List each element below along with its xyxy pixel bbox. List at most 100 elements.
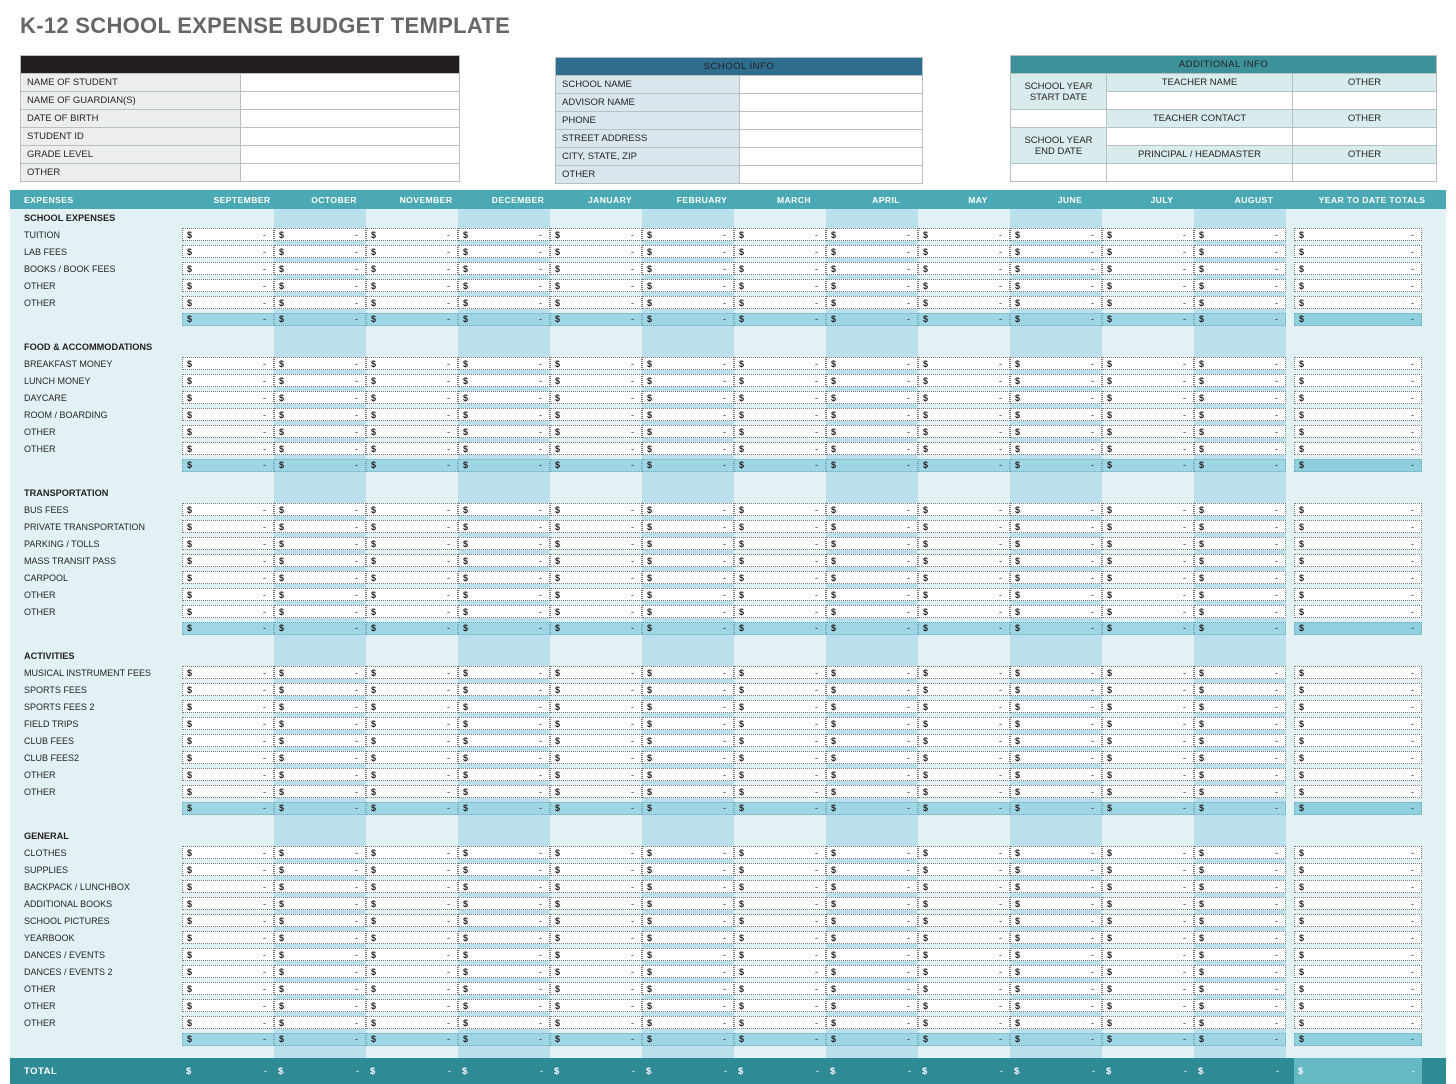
expense-amount-cell[interactable]: $ - [734, 948, 826, 961]
expense-amount-cell[interactable]: $ - [642, 245, 734, 258]
expense-amount-cell[interactable]: $ - [458, 931, 550, 944]
expense-amount-cell[interactable]: $ - [182, 999, 274, 1012]
expense-amount-cell[interactable]: $ - [1010, 785, 1102, 798]
expense-amount-cell[interactable]: $ - [182, 785, 274, 798]
expense-amount-cell[interactable]: $ - [182, 666, 274, 679]
expense-amount-cell[interactable]: $ - [366, 914, 458, 927]
expense-amount-cell[interactable]: $ - [366, 863, 458, 876]
expense-amount-cell[interactable]: $ - [366, 425, 458, 438]
expense-amount-cell[interactable]: $ - [1194, 245, 1286, 258]
teacher-name-field[interactable] [1106, 91, 1293, 110]
expense-amount-cell[interactable]: $ - [274, 914, 366, 927]
section-subtotal-cell[interactable]: $ - [458, 1032, 550, 1046]
school-year-start-date-field[interactable] [1010, 109, 1107, 128]
expense-amount-cell[interactable]: $ - [458, 863, 550, 876]
expense-amount-cell[interactable]: $ - [1010, 262, 1102, 275]
expense-amount-cell[interactable]: $ - [1010, 717, 1102, 730]
expense-amount-cell[interactable]: $ - [1010, 391, 1102, 404]
expense-amount-cell[interactable]: $ - [826, 520, 918, 533]
section-subtotal-cell[interactable]: $ - [182, 621, 274, 635]
section-subtotal-cell[interactable]: $ - [1194, 801, 1286, 815]
expense-amount-cell[interactable]: $ - [1194, 982, 1286, 995]
expense-ytd-cell[interactable]: $ - [1294, 666, 1422, 679]
expense-amount-cell[interactable]: $ - [458, 999, 550, 1012]
expense-amount-cell[interactable]: $ - [458, 228, 550, 241]
expense-amount-cell[interactable]: $ - [642, 374, 734, 387]
expense-amount-cell[interactable]: $ - [642, 425, 734, 438]
expense-amount-cell[interactable]: $ - [826, 863, 918, 876]
info-row-field[interactable] [239, 91, 460, 110]
expense-amount-cell[interactable]: $ - [366, 520, 458, 533]
expense-amount-cell[interactable]: $ - [642, 554, 734, 567]
expense-amount-cell[interactable]: $ - [550, 880, 642, 893]
expense-amount-cell[interactable]: $ - [550, 666, 642, 679]
expense-amount-cell[interactable]: $ - [274, 279, 366, 292]
expense-amount-cell[interactable]: $ - [1102, 279, 1194, 292]
section-subtotal-cell[interactable]: $ - [458, 458, 550, 472]
expense-amount-cell[interactable]: $ - [550, 245, 642, 258]
expense-amount-cell[interactable]: $ - [826, 357, 918, 370]
expense-amount-cell[interactable]: $ - [1010, 666, 1102, 679]
expense-amount-cell[interactable]: $ - [274, 734, 366, 747]
expense-amount-cell[interactable]: $ - [826, 391, 918, 404]
expense-ytd-cell[interactable]: $ - [1294, 425, 1422, 438]
expense-ytd-cell[interactable]: $ - [1294, 571, 1422, 584]
expense-amount-cell[interactable]: $ - [274, 588, 366, 601]
expense-ytd-cell[interactable]: $ - [1294, 717, 1422, 730]
section-subtotal-cell[interactable]: $ - [550, 621, 642, 635]
section-subtotal-cell[interactable]: $ - [1010, 801, 1102, 815]
expense-ytd-cell[interactable]: $ - [1294, 931, 1422, 944]
section-subtotal-cell[interactable]: $ - [1010, 458, 1102, 472]
section-subtotal-cell[interactable]: $ - [734, 458, 826, 472]
expense-amount-cell[interactable]: $ - [734, 262, 826, 275]
expense-amount-cell[interactable]: $ - [550, 605, 642, 618]
expense-amount-cell[interactable]: $ - [918, 863, 1010, 876]
expense-amount-cell[interactable]: $ - [918, 846, 1010, 859]
section-subtotal-cell[interactable]: $ - [550, 1032, 642, 1046]
expense-amount-cell[interactable]: $ - [458, 279, 550, 292]
expense-amount-cell[interactable]: $ - [274, 897, 366, 910]
expense-amount-cell[interactable]: $ - [642, 262, 734, 275]
section-subtotal-cell[interactable]: $ - [182, 312, 274, 326]
expense-amount-cell[interactable]: $ - [1102, 897, 1194, 910]
expense-amount-cell[interactable]: $ - [918, 537, 1010, 550]
expense-amount-cell[interactable]: $ - [366, 683, 458, 696]
section-subtotal-cell[interactable]: $ - [366, 1032, 458, 1046]
section-subtotal-cell[interactable]: $ - [826, 458, 918, 472]
expense-amount-cell[interactable]: $ - [550, 554, 642, 567]
expense-amount-cell[interactable]: $ - [274, 965, 366, 978]
expense-amount-cell[interactable]: $ - [550, 537, 642, 550]
section-subtotal-cell[interactable]: $ - [458, 312, 550, 326]
expense-amount-cell[interactable]: $ - [826, 880, 918, 893]
info-row-field[interactable] [738, 129, 923, 148]
expense-amount-cell[interactable]: $ - [642, 296, 734, 309]
expense-amount-cell[interactable]: $ - [734, 588, 826, 601]
expense-amount-cell[interactable]: $ - [734, 425, 826, 438]
section-subtotal-cell[interactable]: $ - [1102, 621, 1194, 635]
expense-amount-cell[interactable]: $ - [366, 408, 458, 421]
expense-amount-cell[interactable]: $ - [274, 262, 366, 275]
expense-amount-cell[interactable]: $ - [1102, 245, 1194, 258]
section-subtotal-cell[interactable]: $ - [1194, 312, 1286, 326]
expense-amount-cell[interactable]: $ - [366, 700, 458, 713]
expense-amount-cell[interactable]: $ - [1194, 768, 1286, 781]
expense-ytd-cell[interactable]: $ - [1294, 554, 1422, 567]
expense-amount-cell[interactable]: $ - [918, 228, 1010, 241]
expense-amount-cell[interactable]: $ - [366, 442, 458, 455]
expense-ytd-cell[interactable]: $ - [1294, 588, 1422, 601]
expense-amount-cell[interactable]: $ - [918, 442, 1010, 455]
expense-amount-cell[interactable]: $ - [826, 700, 918, 713]
expense-amount-cell[interactable]: $ - [826, 503, 918, 516]
expense-amount-cell[interactable]: $ - [458, 700, 550, 713]
expense-amount-cell[interactable]: $ - [182, 357, 274, 370]
expense-amount-cell[interactable]: $ - [918, 880, 1010, 893]
expense-amount-cell[interactable]: $ - [642, 683, 734, 696]
expense-amount-cell[interactable]: $ - [1010, 571, 1102, 584]
info-row-field[interactable] [239, 145, 460, 164]
expense-amount-cell[interactable]: $ - [550, 408, 642, 421]
expense-amount-cell[interactable]: $ - [1010, 374, 1102, 387]
expense-ytd-cell[interactable]: $ - [1294, 391, 1422, 404]
expense-amount-cell[interactable]: $ - [1010, 228, 1102, 241]
section-subtotal-cell[interactable]: $ - [826, 312, 918, 326]
expense-amount-cell[interactable]: $ - [1102, 785, 1194, 798]
